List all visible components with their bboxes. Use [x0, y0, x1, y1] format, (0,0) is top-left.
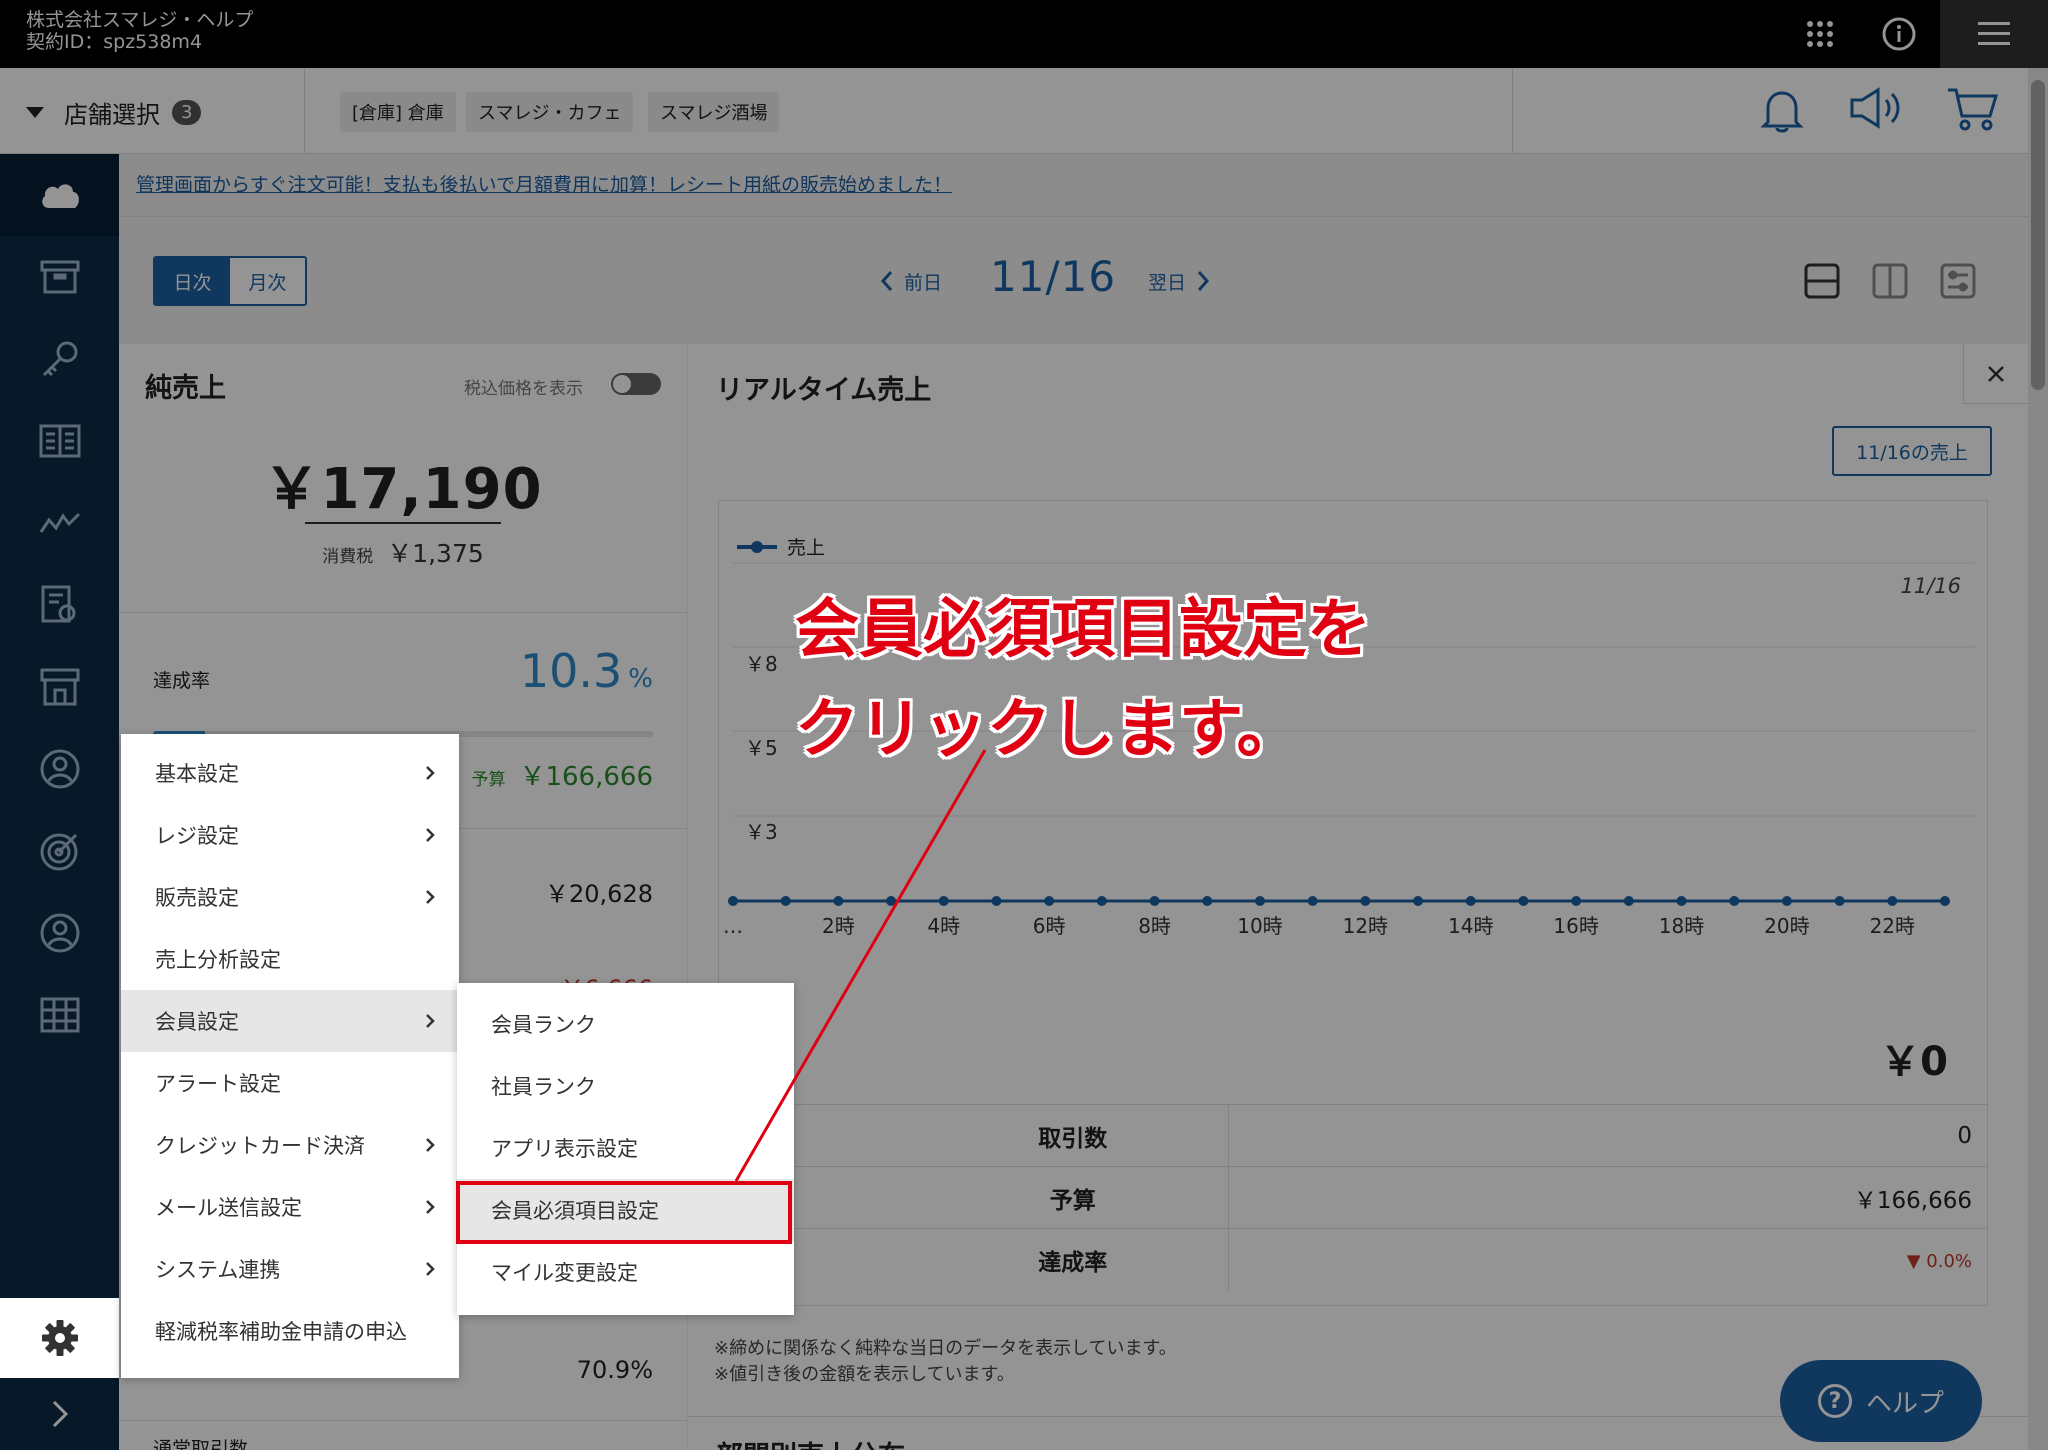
annotation-callout: 会員必須項目設定を クリックします。 — [795, 580, 1371, 780]
annotation-line-1: 会員必須項目設定を — [795, 593, 1371, 667]
annotation-line-2: クリックします。 — [795, 693, 1301, 767]
